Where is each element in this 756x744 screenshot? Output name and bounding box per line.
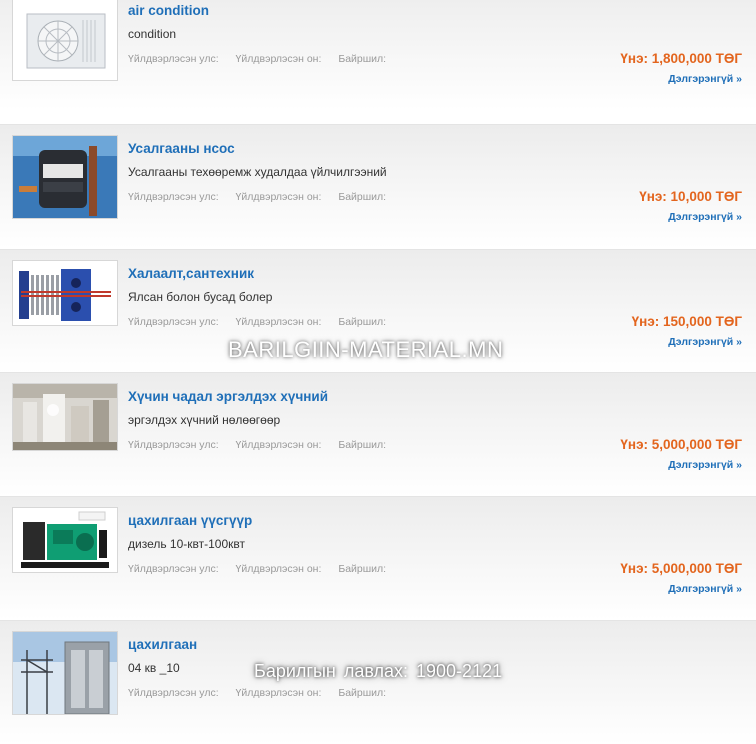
meta-location-label: Байршил: [338,439,387,451]
listing-meta: Үйлдвэрлэсэн улс: Үйлдвэрлэсэн он: Байрш… [128,191,400,203]
meta-year-label: Үйлдвэрлэсэн он: [235,563,322,575]
list-item: Усалгааны нсос Усалгааны техөөремж худал… [0,124,756,248]
listing-title[interactable]: цахилгаан үүсгүүр [128,513,252,528]
meta-location-label: Байршил: [338,687,387,699]
listing-price: Үнэ: 150,000 ТӨГ [631,314,742,329]
factory-image[interactable] [12,383,118,451]
meta-location-label: Байршил: [338,563,387,575]
meta-country-label: Үйлдвэрлэсэн улс: [128,563,219,575]
meta-country-label: Үйлдвэрлэсэн улс: [128,53,219,65]
listing-meta: Үйлдвэрлэсэн улс: Үйлдвэрлэсэн он: Байрш… [128,316,400,328]
heat-exchanger-image[interactable] [12,260,118,326]
listing-meta: Үйлдвэрлэсэн улс: Үйлдвэрлэсэн он: Байрш… [128,563,400,575]
meta-year-label: Үйлдвэрлэсэн он: [235,316,322,328]
more-link[interactable]: Дэлгэрэнгүй » [668,73,742,85]
listing-title[interactable]: Хүчин чадал эргэлдэх хүчний [128,389,328,404]
listing-title[interactable]: air condition [128,3,209,18]
listing-meta: Үйлдвэрлэсэн улс: Үйлдвэрлэсэн он: Байрш… [128,53,400,65]
listing-meta: Үйлдвэрлэсэн улс: Үйлдвэрлэсэн он: Байрш… [128,439,400,451]
listing-title[interactable]: цахилгаан [128,637,197,652]
listing-price: Үнэ: 5,000,000 ТӨГ [620,437,742,452]
list-item: Хүчин чадал эргэлдэх хүчний эргэлдэх хүч… [0,372,756,496]
meta-country-label: Үйлдвэрлэсэн улс: [128,191,219,203]
listing-title[interactable]: Усалгааны нсос [128,141,235,156]
more-link[interactable]: Дэлгэрэнгүй » [668,459,742,471]
listing-description: condition [128,27,177,41]
site-watermark: BARILGIIN-MATERIAL.MN [228,337,504,362]
meta-location-label: Байршил: [338,316,387,328]
meta-location-label: Байршил: [338,53,387,65]
meta-location-label: Байршил: [338,191,387,203]
listing-price: Үнэ: 5,000,000 ТӨГ [620,561,742,576]
meta-year-label: Үйлдвэрлэсэн он: [235,687,322,699]
listing-description: 04 кв _10 [128,661,180,675]
list-item: air condition condition Үйлдвэрлэсэн улс… [0,0,756,110]
generator-image[interactable] [12,507,118,573]
listing-description: Усалгааны техөөремж худалдаа үйлчилгээни… [128,165,387,179]
listing-description: эргэлдэх хүчний нөлөөгөөр [128,413,281,427]
meta-year-label: Үйлдвэрлэсэн он: [235,439,322,451]
more-link[interactable]: Дэлгэрэнгүй » [668,336,742,348]
listing-title[interactable]: Халаалт,сантехник [128,266,254,281]
list-item: цахилгаан үүсгүүр дизель 10-квт-100квт Ү… [0,496,756,620]
listing-price: Үнэ: 1,800,000 ТӨГ [620,51,742,66]
pump-image[interactable] [12,135,118,219]
phone-overlay: Барилгын лавлах: 1900-2121 [254,661,503,681]
listing-description: дизель 10-квт-100квт [128,537,246,551]
meta-year-label: Үйлдвэрлэсэн он: [235,53,322,65]
meta-country-label: Үйлдвэрлэсэн улс: [128,316,219,328]
meta-year-label: Үйлдвэрлэсэн он: [235,191,322,203]
substation-image[interactable] [12,631,118,715]
list-item: цахилгаан 04 кв _10 Үйлдвэрлэсэн улс: Үй… [0,620,756,744]
listing-meta: Үйлдвэрлэсэн улс: Үйлдвэрлэсэн он: Байрш… [128,687,400,699]
listing-price: Үнэ: 10,000 ТӨГ [639,189,742,204]
meta-country-label: Үйлдвэрлэсэн улс: [128,439,219,451]
meta-country-label: Үйлдвэрлэсэн улс: [128,687,219,699]
listing-description: Ялсан болон бусад болер [128,290,273,304]
more-link[interactable]: Дэлгэрэнгүй » [668,211,742,223]
more-link[interactable]: Дэлгэрэнгүй » [668,583,742,595]
air-conditioner-image[interactable] [12,0,118,81]
